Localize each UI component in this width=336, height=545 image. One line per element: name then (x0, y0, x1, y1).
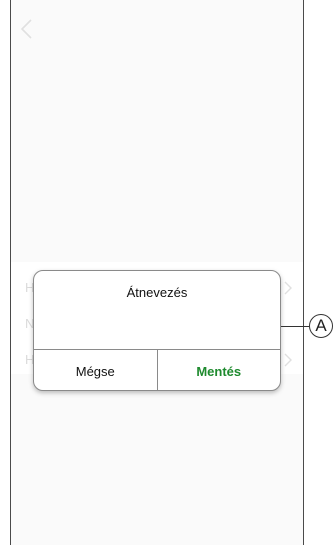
dialog-actions: Mégse Mentés (34, 349, 281, 390)
phone-screen: H N H Átnevezés Mégse Mentés (10, 0, 304, 545)
name-input[interactable] (34, 307, 280, 349)
callout-marker: A (309, 314, 333, 338)
cancel-button[interactable]: Mégse (34, 350, 158, 390)
save-button[interactable]: Mentés (158, 350, 281, 390)
callout-leader-line (281, 326, 309, 327)
dialog-title: Átnevezés (126, 285, 188, 300)
rename-dialog: Átnevezés Mégse Mentés (33, 270, 281, 391)
